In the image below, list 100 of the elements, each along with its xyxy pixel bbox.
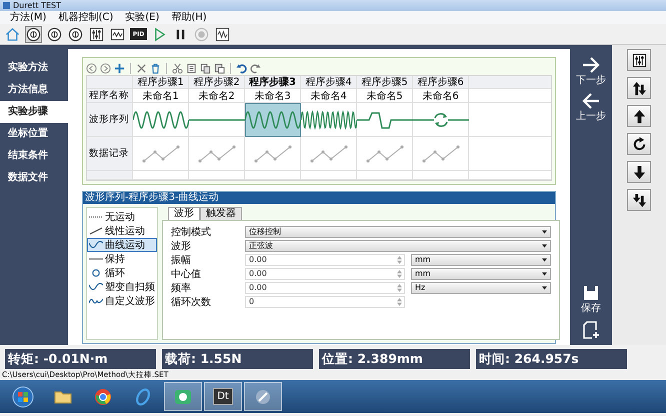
taskbar-item[interactable]	[164, 382, 202, 411]
redo-icon[interactable]	[250, 62, 261, 74]
motion-item[interactable]: 曲线运动	[87, 238, 157, 252]
waveform-icon	[215, 26, 230, 42]
spin-field[interactable]: 0.00	[245, 282, 405, 294]
dial-button[interactable]	[67, 26, 84, 42]
line-graph-icon	[196, 142, 236, 164]
left-arrow-icon	[582, 93, 600, 109]
copy-icon[interactable]	[186, 62, 197, 74]
up-button[interactable]	[627, 105, 651, 127]
dropdown[interactable]: mm	[411, 254, 551, 266]
sidebar-item[interactable]: 坐标位置	[0, 123, 68, 145]
menu-item[interactable]: 实验(E)	[119, 12, 166, 24]
field-label: 频率	[171, 282, 192, 294]
motion-item[interactable]: 自定义波形	[87, 294, 157, 308]
caret-icon	[542, 286, 547, 290]
motion-item[interactable]: 保持	[87, 252, 157, 266]
sliders-button[interactable]	[627, 49, 651, 71]
down-down-button[interactable]	[627, 189, 651, 211]
paste-icon[interactable]	[200, 62, 211, 74]
sidebar-item[interactable]: 实验步骤	[0, 101, 68, 123]
menu-item[interactable]: 机器控制(C)	[52, 12, 120, 24]
add-icon[interactable]	[114, 62, 125, 74]
spinner-icon	[397, 256, 402, 264]
motion-item[interactable]: 无运动	[87, 210, 157, 224]
up-arrow-icon	[632, 108, 646, 124]
wave-icon	[110, 26, 125, 42]
spin-field[interactable]: 0.00	[245, 254, 405, 266]
spinner-icon	[397, 270, 402, 278]
row-header: 波形序列	[87, 103, 133, 137]
motion-item[interactable]: 塑变自扫频	[87, 280, 157, 294]
sliders-button[interactable]	[88, 26, 105, 42]
table-cell: 未命名6	[413, 89, 469, 103]
caret-icon	[542, 258, 547, 262]
field-label: 振幅	[171, 254, 192, 266]
save-button[interactable]: 保存	[581, 285, 601, 315]
line-graph-icon	[308, 142, 348, 164]
sidebar-item[interactable]: 实验方法	[0, 57, 68, 79]
menu-item[interactable]: 方法(M)	[4, 12, 52, 24]
forward-icon[interactable]	[100, 62, 111, 74]
spinner-icon	[397, 298, 402, 306]
field-label: 控制模式	[171, 226, 212, 238]
field-label: 循环次数	[171, 296, 212, 308]
line-graph-icon	[252, 142, 292, 164]
up-down-button[interactable]	[627, 77, 651, 99]
status-reading: 时间: 264.957s	[476, 349, 627, 369]
caret-icon	[542, 230, 547, 234]
paste-icon[interactable]	[214, 62, 225, 74]
spin-field[interactable]: 0	[245, 296, 405, 308]
wave-icon	[89, 283, 103, 291]
dropdown[interactable]: Hz	[411, 282, 551, 294]
dropdown[interactable]: 位移控制	[245, 226, 551, 238]
refresh-button[interactable]	[627, 133, 651, 155]
app-icon	[3, 2, 10, 9]
menu-item[interactable]: 帮助(H)	[165, 12, 213, 24]
sidebar-item[interactable]: 结束条件	[0, 145, 68, 167]
undo-icon[interactable]	[236, 62, 247, 74]
tab[interactable]: 波形	[168, 207, 200, 220]
new-button[interactable]	[583, 321, 599, 339]
spinner-icon	[397, 284, 402, 292]
save-icon	[583, 285, 599, 301]
dropdown[interactable]: mm	[411, 268, 551, 280]
column-header: 程序步骤6	[413, 76, 469, 89]
sidebar-item[interactable]: 方法信息	[0, 79, 68, 101]
window-title: Durett TEST	[13, 1, 61, 10]
sliders-icon	[632, 52, 646, 68]
tab[interactable]: 触发器	[200, 207, 242, 220]
spin-field[interactable]: 0.00	[245, 268, 405, 280]
taskbar-item[interactable]: Dt	[204, 382, 242, 411]
line-graph-icon	[364, 142, 404, 164]
table-cell: 未命名4	[301, 89, 357, 103]
line-graph-icon	[420, 142, 460, 164]
cut-icon[interactable]	[172, 62, 183, 74]
panel-title: 波形序列-程序步骤3-曲线运动	[83, 192, 555, 204]
delete-icon[interactable]	[136, 62, 147, 74]
motion-item[interactable]: 线性运动	[87, 224, 157, 238]
dial-icon	[26, 26, 41, 42]
wave-icon	[89, 297, 103, 305]
motion-item[interactable]: 循环	[87, 266, 157, 280]
sliders-icon	[89, 26, 104, 42]
column-header: 程序步骤5	[357, 76, 413, 89]
dropdown[interactable]: 正弦波	[245, 240, 551, 252]
trash-icon[interactable]	[150, 62, 161, 74]
taskbar-item[interactable]	[244, 382, 282, 411]
row-header: 程序名称	[87, 89, 133, 103]
prev-button[interactable]: 上一步	[576, 93, 606, 123]
field-label: 中心值	[171, 268, 202, 280]
status-reading: 位置: 2.389mm	[319, 349, 470, 369]
table-cell: 未命名2	[189, 89, 245, 103]
next-button[interactable]: 下一步	[576, 57, 606, 87]
back-icon[interactable]	[86, 62, 97, 74]
dial-button[interactable]	[46, 26, 63, 42]
waveform-cell[interactable]	[245, 103, 301, 137]
sidebar-item[interactable]: 数据文件	[0, 167, 68, 189]
caret-icon	[542, 272, 547, 276]
dial-button[interactable]	[25, 26, 42, 42]
down-button[interactable]	[627, 161, 651, 183]
column-header: 程序步骤1	[133, 76, 189, 89]
wavebox-button[interactable]	[214, 26, 231, 42]
caret-icon	[542, 244, 547, 248]
